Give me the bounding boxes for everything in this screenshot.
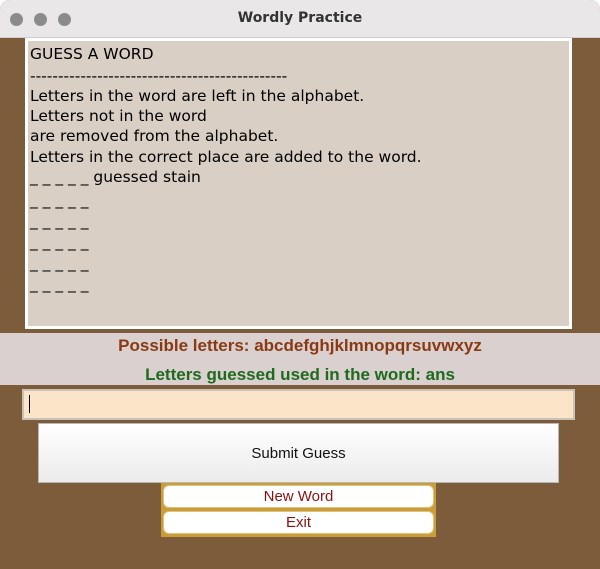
text-line: _ _ _ _ _ [30,275,89,293]
app-window: Wordly Practice GUESS A WORD -----------… [0,0,600,569]
title-bar: Wordly Practice [0,0,600,38]
text-caret [29,395,30,413]
text-line: are removed from the alphabet. [30,127,279,145]
text-line: _ _ _ _ _ [30,254,89,272]
text-line: ----------------------------------------… [30,67,288,85]
possible-letters-label: Possible letters: abcdefghjklmnopqrsuvwx… [118,336,482,355]
text-line: _ _ _ _ _ [30,233,89,251]
text-line: _ _ _ _ _ [30,212,89,230]
letters-guessed-label: Letters guessed used in the word: ans [145,365,455,384]
text-line: Letters in the word are left in the alph… [30,87,365,105]
text-line: _ _ _ _ _ [30,191,89,209]
exit-button[interactable]: Exit [163,511,434,534]
submit-guess-button[interactable]: Submit Guess [38,423,559,483]
window-title: Wordly Practice [237,10,363,26]
text-line: Letters not in the word [30,107,207,125]
text-line: Letters in the correct place are added t… [30,148,422,166]
new-word-button[interactable]: New Word [163,485,434,508]
text-line: _ _ _ _ _ guessed stain [30,168,201,186]
game-text-area[interactable]: GUESS A WORD ---------------------------… [25,38,572,329]
letters-info-panel: Possible letters: abcdefghjklmnopqrsuvwx… [0,333,600,385]
text-line: GUESS A WORD [30,45,154,63]
guess-input[interactable] [22,389,575,420]
